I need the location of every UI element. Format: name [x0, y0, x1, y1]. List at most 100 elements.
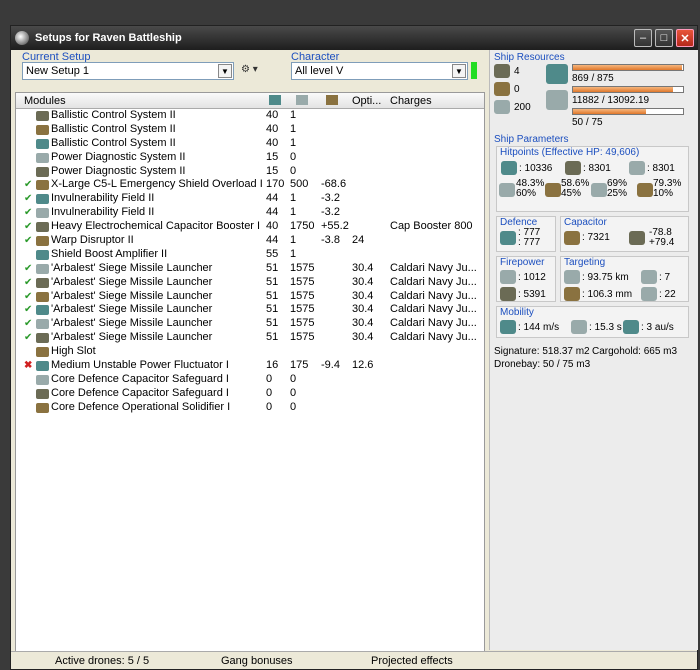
active-check-icon[interactable]: ✔: [24, 303, 34, 317]
table-row[interactable]: ✖ Medium Unstable Power Fluctuator I 16 175…: [16, 359, 484, 373]
velocity-icon: [500, 320, 516, 334]
active-check-icon[interactable]: ✔: [24, 178, 34, 192]
module-cpu: 51: [266, 317, 279, 330]
module-name: Core Defence Operational Solidifier I: [51, 400, 231, 413]
table-row[interactable]: ✔ 'Arbalest' Siege Missile Launcher 51 1575…: [16, 262, 484, 276]
launcher-hardpoint-icon: [494, 82, 510, 96]
active-check-icon[interactable]: ✔: [24, 220, 34, 234]
close-button[interactable]: ✕: [676, 29, 694, 47]
active-check-icon[interactable]: ✔: [24, 262, 34, 276]
table-row[interactable]: Core Defence Operational Solidifier I 0 0: [16, 401, 484, 415]
module-name: Warp Disruptor II: [51, 234, 134, 247]
cpu-column-icon[interactable]: [269, 95, 281, 108]
table-row[interactable]: Ballistic Control System II 40 1: [16, 109, 484, 123]
module-name: X-Large C5-L Emergency Shield Overload I: [51, 178, 263, 191]
table-row[interactable]: Core Defence Capacitor Safeguard I 0 0: [16, 373, 484, 387]
module-charges: Caldari Navy Ju...: [390, 331, 477, 344]
table-row[interactable]: Ballistic Control System II 40 1: [16, 123, 484, 137]
defence-icon: [500, 231, 516, 245]
module-optimal: 30.4: [352, 275, 374, 288]
scan-resolution: : 106.3 mm: [582, 289, 633, 300]
active-check-icon[interactable]: ✔: [24, 317, 34, 331]
powergrid-icon: [546, 90, 568, 110]
table-row[interactable]: ✔ 'Arbalest' Siege Missile Launcher 51 1575…: [16, 290, 484, 304]
table-row[interactable]: ✔ 'Arbalest' Siege Missile Launcher 51 1575…: [16, 276, 484, 290]
firepower-title: Firepower: [500, 257, 545, 268]
table-row[interactable]: ✔ Warp Disruptor II 44 1 -3.8 24: [16, 234, 484, 248]
table-row[interactable]: ✔ Invulnerability Field II 44 1 -3.2: [16, 206, 484, 220]
table-row[interactable]: Shield Boost Amplifier II 55 1: [16, 248, 484, 262]
minimize-button[interactable]: –: [634, 29, 652, 47]
table-row[interactable]: ✔ Invulnerability Field II 44 1 -3.2: [16, 192, 484, 206]
chevron-down-icon[interactable]: ▼: [452, 64, 466, 78]
module-optimal: 30.4: [352, 303, 374, 316]
capacitor-column-icon[interactable]: [326, 95, 338, 108]
gang-bonuses[interactable]: Gang bonuses: [221, 655, 293, 667]
column-header-modules[interactable]: Modules: [24, 95, 66, 107]
module-icon: [36, 138, 49, 149]
em-resist-icon: [499, 183, 515, 197]
table-row[interactable]: ✔ 'Arbalest' Siege Missile Launcher 51 1575…: [16, 303, 484, 317]
column-header-charges[interactable]: Charges: [390, 95, 432, 107]
calibration-bar: [572, 108, 684, 115]
offline-x-icon[interactable]: ✖: [24, 359, 34, 373]
table-row[interactable]: ✔ Heavy Electrochemical Capacitor Booster…: [16, 220, 484, 234]
armor-icon: [565, 161, 581, 175]
hitpoints-title: Hitpoints (Effective HP: 49,606): [500, 147, 640, 158]
power-column-icon[interactable]: [296, 95, 308, 108]
targeting-box: Targeting : 93.75 km : 7 : 106.3 mm : 22: [560, 256, 689, 302]
module-name: Power Diagnostic System II: [51, 164, 186, 177]
character-select[interactable]: All level V ▼: [291, 62, 468, 80]
ship-menu-button[interactable]: ⚙ ▾: [241, 64, 271, 78]
active-check-icon[interactable]: ✔: [24, 276, 34, 290]
module-icon: [36, 291, 49, 302]
module-cpu: 51: [266, 261, 279, 274]
table-row[interactable]: ✔ X-Large C5-L Emergency Shield Overload …: [16, 178, 484, 192]
setup-select[interactable]: New Setup 1 ▼: [22, 62, 234, 80]
active-check-icon[interactable]: ✔: [24, 331, 34, 345]
table-row[interactable]: ✔ 'Arbalest' Siege Missile Launcher 51 1575…: [16, 317, 484, 331]
active-check-icon[interactable]: ✔: [24, 234, 34, 248]
table-row[interactable]: Power Diagnostic System II 15 0: [16, 165, 484, 179]
active-check-icon[interactable]: ✔: [24, 192, 34, 206]
module-optimal: 24: [352, 234, 365, 247]
active-check-icon[interactable]: ✔: [24, 206, 34, 220]
table-row[interactable]: ✔ 'Arbalest' Siege Missile Launcher 51 1575…: [16, 331, 484, 345]
defence-value: : 777 : 777: [518, 227, 541, 248]
module-name: Ballistic Control System II: [51, 109, 176, 121]
table-row[interactable]: High Slot: [16, 345, 484, 359]
module-cap: -68.6: [321, 178, 347, 191]
cpu-icon: [546, 64, 568, 84]
module-icon: [36, 180, 49, 191]
active-drones[interactable]: Active drones: 5 / 5: [55, 655, 149, 667]
modules-list[interactable]: Modules Opti... Charges Ballistic Contro…: [15, 92, 485, 652]
powergrid-text: 11882 / 13092.19: [572, 95, 650, 106]
title-bar[interactable]: Setups for Raven Battleship – □ ✕: [11, 26, 697, 50]
window-title: Setups for Raven Battleship: [35, 32, 182, 44]
maximize-button[interactable]: □: [655, 29, 673, 47]
module-cpu: 40: [266, 109, 279, 121]
projected-effects[interactable]: Projected effects: [371, 655, 453, 667]
chevron-down-icon[interactable]: ▼: [218, 64, 232, 78]
module-cpu: 0: [266, 372, 273, 385]
table-row[interactable]: Ballistic Control System II 40 1: [16, 137, 484, 151]
capacitor-title: Capacitor: [564, 217, 607, 228]
active-check-icon[interactable]: ✔: [24, 290, 34, 304]
module-power: 1: [290, 234, 297, 247]
module-charges: Caldari Navy Ju...: [390, 275, 477, 288]
table-row[interactable]: Core Defence Capacitor Safeguard I 0 0: [16, 387, 484, 401]
module-name: 'Arbalest' Siege Missile Launcher: [51, 275, 213, 288]
table-row[interactable]: Power Diagnostic System II 15 0: [16, 151, 484, 165]
drone-bandwidth-icon: [494, 100, 510, 114]
dps-icon: [500, 270, 516, 284]
module-name: 'Arbalest' Siege Missile Launcher: [51, 261, 213, 274]
module-cpu: 15: [266, 164, 279, 177]
module-name: Invulnerability Field II: [51, 192, 155, 205]
module-cpu: 51: [266, 331, 279, 344]
column-header-optimal[interactable]: Opti...: [352, 95, 381, 107]
module-power: 1575: [290, 261, 315, 274]
module-icon: [36, 277, 49, 288]
powergrid-bar-fill: [573, 87, 673, 92]
max-targets: : 7: [659, 272, 671, 283]
calibration-bar-fill: [573, 109, 647, 114]
